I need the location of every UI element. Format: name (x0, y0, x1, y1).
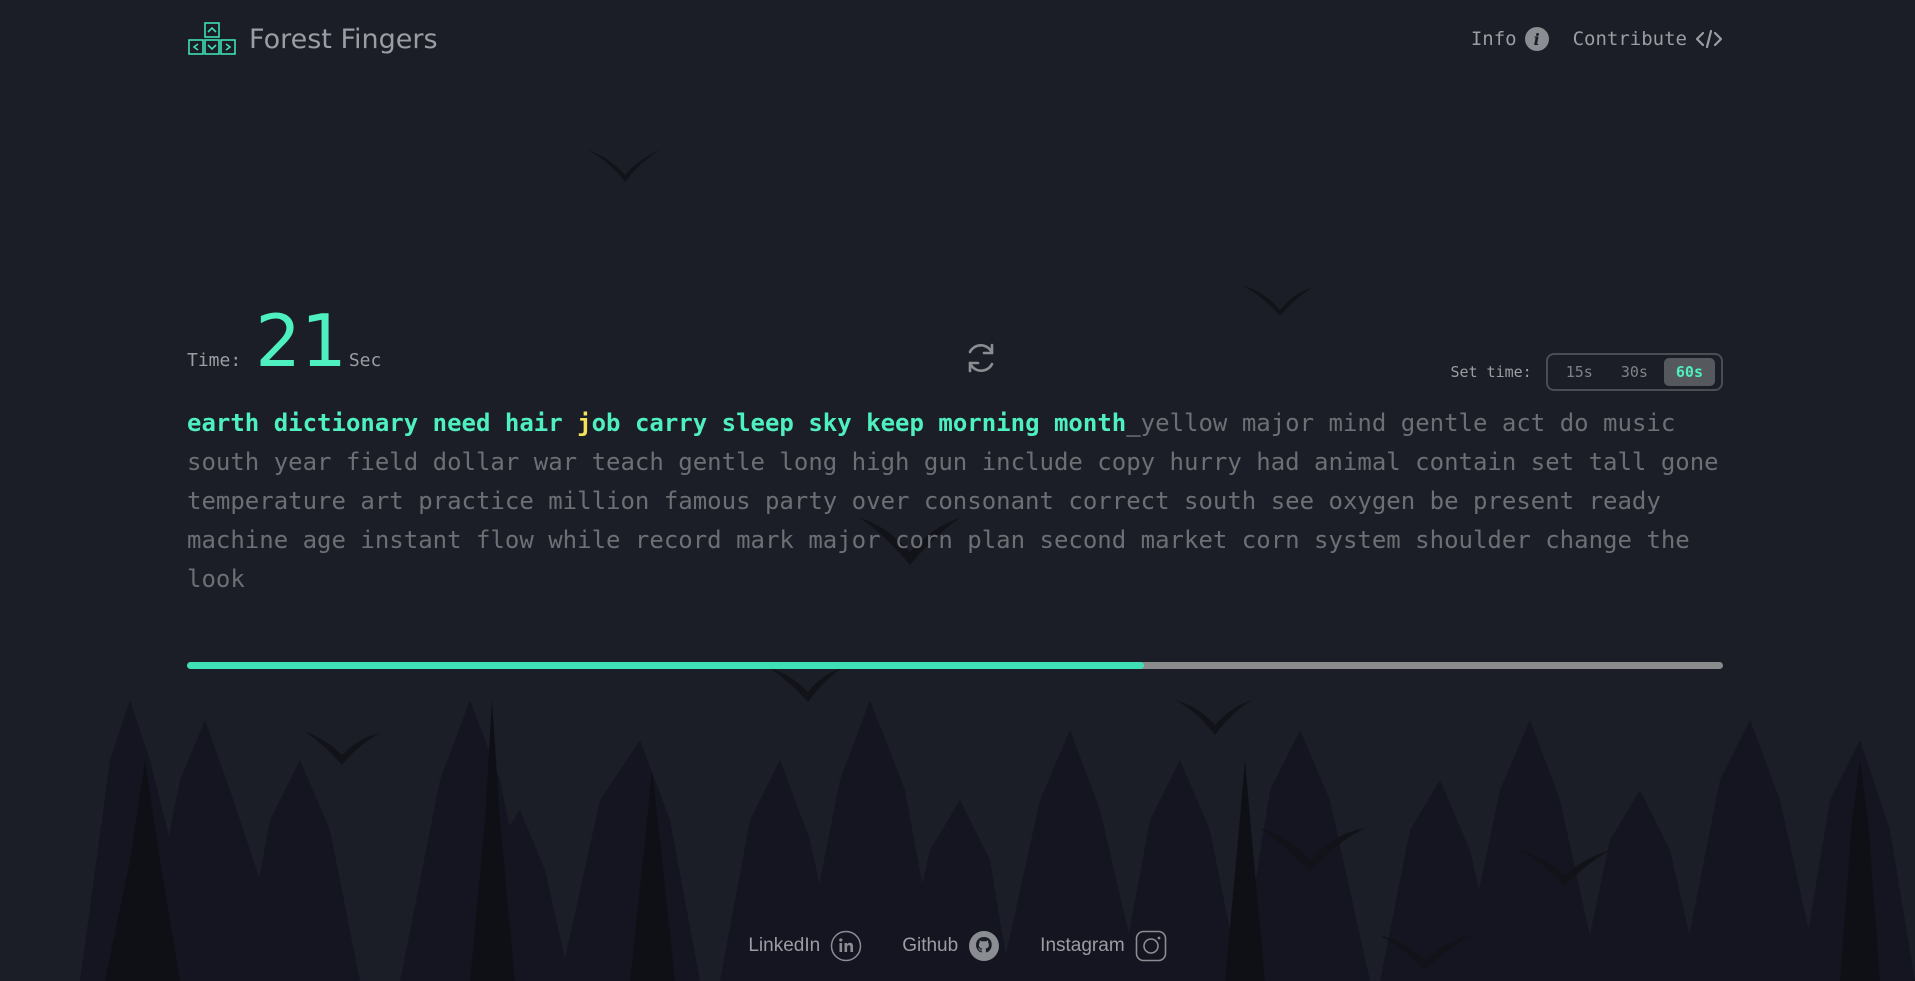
info-label: Info (1470, 28, 1517, 50)
progress-bar (187, 662, 1723, 669)
restart-icon[interactable] (963, 340, 999, 376)
progress-fill (187, 662, 1144, 669)
contribute-label: Contribute (1572, 28, 1687, 50)
github-label: Github (902, 935, 959, 956)
timer-label: Time: (187, 350, 242, 371)
brand-name: Forest Fingers (249, 23, 438, 55)
github-icon (969, 931, 1000, 961)
instagram-link[interactable]: Instagram (1040, 930, 1166, 962)
info-icon: i (1524, 27, 1549, 51)
set-time: Set time: 15s 30s 60s (1450, 353, 1723, 391)
footer: LinkedIn Github Instagram (0, 930, 1915, 962)
error-char: j (577, 409, 592, 437)
typed-text-continued: ob carry sleep sky keep morning month (591, 409, 1127, 437)
brand[interactable]: Forest Fingers (187, 21, 438, 57)
header: Forest Fingers Info i Contribute (187, 0, 1723, 78)
timer: Time: 21 Sec (187, 305, 381, 377)
time-option-15s[interactable]: 15s (1554, 358, 1605, 386)
timer-unit: Sec (348, 350, 382, 371)
instagram-label: Instagram (1040, 935, 1125, 956)
time-option-30s[interactable]: 30s (1609, 358, 1660, 386)
linkedin-link[interactable]: LinkedIn (748, 930, 862, 962)
contribute-link[interactable]: Contribute (1573, 28, 1723, 50)
set-time-label: Set time: (1450, 363, 1532, 381)
timer-value: 21 (255, 299, 347, 383)
instagram-icon (1135, 930, 1166, 962)
typed-text: earth dictionary need hair (187, 409, 578, 437)
code-icon (1695, 29, 1723, 49)
typing-text[interactable]: earth dictionary need hair job carry sle… (187, 404, 1727, 599)
linkedin-label: LinkedIn (748, 935, 821, 956)
time-options: 15s 30s 60s (1545, 353, 1723, 391)
caret: _ (1126, 409, 1141, 437)
info-link[interactable]: Info i (1471, 27, 1549, 51)
linkedin-icon (830, 930, 862, 962)
github-link[interactable]: Github (902, 930, 1000, 962)
time-option-60s[interactable]: 60s (1663, 358, 1715, 386)
top-nav: Info i Contribute (1471, 27, 1723, 51)
keyboard-logo-icon (188, 22, 236, 55)
page: Forest Fingers Info i Contribute Time: 2… (0, 0, 1915, 981)
